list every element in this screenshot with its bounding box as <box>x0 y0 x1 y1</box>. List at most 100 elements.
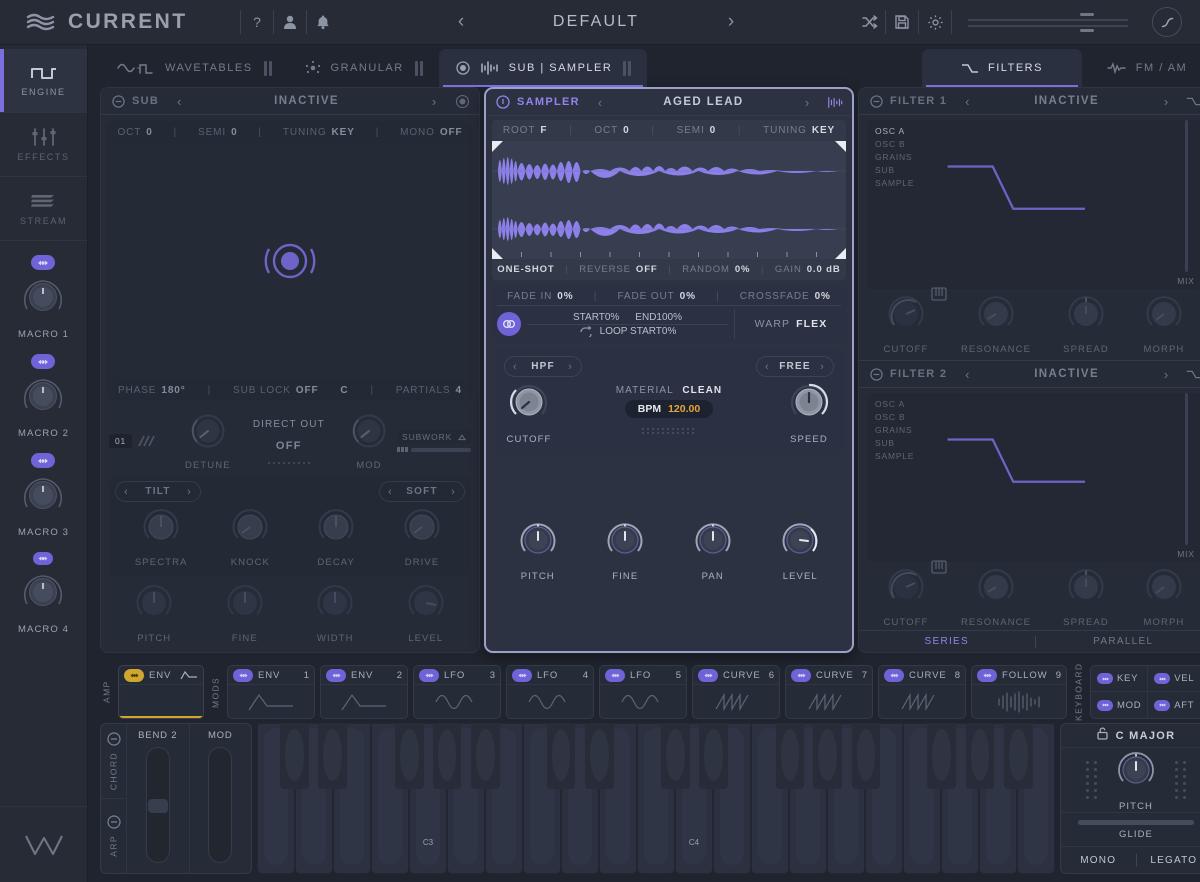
filter-1-shape-icon[interactable] <box>1186 93 1200 109</box>
spectra-knob[interactable] <box>138 506 184 553</box>
filter-2-resonance-knob[interactable] <box>973 566 1019 613</box>
black-key[interactable] <box>395 723 424 789</box>
tab-wavetables[interactable]: WAVETABLES <box>100 49 288 87</box>
kb-source-aft[interactable]: AFT <box>1148 692 1200 718</box>
chevron-right-icon[interactable]: › <box>187 486 192 498</box>
sampler-param-root[interactable]: ROOTF <box>503 125 548 136</box>
mod-card-lfo-3[interactable]: LFO 3 <box>413 665 501 719</box>
mod-card-curve-7[interactable]: CURVE 7 <box>785 665 873 719</box>
black-key[interactable] <box>547 723 576 789</box>
route-osc-b[interactable]: OSC B <box>875 139 923 149</box>
black-key[interactable] <box>927 723 956 789</box>
mod-drag-icon[interactable] <box>791 669 811 682</box>
scale-name[interactable]: C MAJOR <box>1116 730 1176 742</box>
sampler-prev-button[interactable]: ‹ <box>586 95 614 110</box>
mod-drag-icon[interactable] <box>1154 700 1170 711</box>
mod-card-lfo-5[interactable]: LFO 5 <box>599 665 687 719</box>
mod-drag-icon[interactable] <box>31 354 55 369</box>
filter-1-curve-graph[interactable] <box>923 120 1169 289</box>
route-osc-b[interactable]: OSC B <box>875 412 923 422</box>
macro-3-knob[interactable] <box>19 473 67 522</box>
sidebar-item-stream[interactable]: STREAM <box>0 177 87 241</box>
tab-fm-am[interactable]: FM / AM <box>1082 49 1200 87</box>
curve-icon[interactable] <box>1152 7 1182 37</box>
filter-2-keytrack-icon[interactable] <box>931 560 947 579</box>
sampler-waveform-icon[interactable] <box>827 94 843 110</box>
route-sub[interactable]: SUB <box>875 438 923 448</box>
sampler-pan-knob[interactable] <box>689 518 737 567</box>
bend-wheel-handle[interactable] <box>148 799 168 813</box>
shuffle-icon[interactable] <box>853 6 885 38</box>
preset-name[interactable]: DEFAULT <box>481 13 711 31</box>
parallel-option[interactable]: PARALLEL <box>1036 636 1200 647</box>
mod-card-curve-6[interactable]: CURVE 6 <box>692 665 780 719</box>
sub-param-phase[interactable]: PHASE180° <box>118 385 186 396</box>
preset-prev-button[interactable]: ‹ <box>441 7 481 37</box>
decay-knob[interactable] <box>313 506 359 553</box>
help-icon[interactable]: ? <box>241 6 273 38</box>
filter-2-prev-button[interactable]: ‹ <box>953 367 981 382</box>
mod-drag-icon[interactable] <box>1154 673 1170 684</box>
black-key[interactable] <box>280 723 309 789</box>
black-key[interactable] <box>813 723 842 789</box>
sub-power-icon[interactable] <box>110 93 126 109</box>
filter-1-morph-knob[interactable] <box>1141 293 1187 340</box>
sampler-param-reverse[interactable]: REVERSEOFF <box>579 264 657 275</box>
detune-knob[interactable] <box>186 411 230 456</box>
mod-drag-icon[interactable] <box>326 669 346 682</box>
sampler-power-icon[interactable] <box>495 94 511 110</box>
sidebar-item-engine[interactable]: ENGINE <box>0 49 87 113</box>
filter-1-mix-slider[interactable] <box>1185 120 1188 272</box>
mod-drag-icon[interactable] <box>419 669 439 682</box>
sampler-param-oct[interactable]: OCT0 <box>594 125 629 136</box>
mod-drag-icon[interactable] <box>605 669 625 682</box>
material-param[interactable]: MATERIAL CLEAN <box>616 385 723 396</box>
route-sample[interactable]: SAMPLE <box>875 178 923 188</box>
macro-1-knob[interactable] <box>19 275 67 324</box>
sub-param-semi[interactable]: SEMI0 <box>198 127 238 138</box>
black-key[interactable] <box>776 723 805 789</box>
mod-drag-icon[interactable] <box>884 669 904 682</box>
mod-card-lfo-4[interactable]: LFO 4 <box>506 665 594 719</box>
bpm-field[interactable]: BPM 120.00 <box>625 400 713 418</box>
param-start[interactable]: START0% <box>573 312 619 323</box>
chevron-right-icon[interactable]: › <box>568 361 573 373</box>
route-sample[interactable]: SAMPLE <box>875 451 923 461</box>
chevron-right-icon[interactable]: › <box>451 486 456 498</box>
route-osc-a[interactable]: OSC A <box>875 126 923 136</box>
sampler-param-semi[interactable]: SEMI0 <box>677 125 717 136</box>
filter-1-cutoff-knob[interactable] <box>883 293 929 340</box>
series-option[interactable]: SERIES <box>859 636 1035 647</box>
sampler-speed-knob[interactable] <box>784 379 834 430</box>
mod-card-env-1[interactable]: ENV 1 <box>227 665 315 719</box>
black-key[interactable] <box>966 723 995 789</box>
volume-handle-bottom[interactable] <box>1080 29 1094 32</box>
mod-drag-icon[interactable] <box>977 669 997 682</box>
filter-1-resonance-knob[interactable] <box>973 293 1019 340</box>
volume-handle-top[interactable] <box>1080 13 1094 16</box>
filter-1-spread-knob[interactable] <box>1063 293 1109 340</box>
black-key[interactable] <box>661 723 690 789</box>
legato-button[interactable]: LEGATO <box>1137 855 1200 866</box>
tab-sub-sampler[interactable]: SUB | SAMPLER <box>439 49 648 87</box>
warp-param[interactable]: WARP FLEX <box>741 318 841 330</box>
mod-drag-icon[interactable] <box>33 552 53 565</box>
sub-param-mono[interactable]: MONOOFF <box>400 127 462 138</box>
mono-button[interactable]: MONO <box>1061 855 1136 866</box>
waveform-display[interactable] <box>492 141 846 259</box>
sub-param-tuning[interactable]: TUNINGKEY <box>283 127 355 138</box>
master-volume-slider[interactable] <box>968 9 1128 35</box>
sampler-pitch-knob[interactable] <box>514 518 562 567</box>
save-icon[interactable] <box>886 6 918 38</box>
param-end[interactable]: END100% <box>635 312 682 323</box>
sample-name[interactable]: AGED LEAD <box>620 96 787 108</box>
sub-param-sub-lock[interactable]: SUB LOCKOFF <box>233 385 318 396</box>
mod-knob[interactable] <box>347 411 391 456</box>
bell-icon[interactable] <box>307 6 339 38</box>
sub-param-key[interactable]: C <box>340 385 348 396</box>
mod-drag-icon[interactable] <box>233 669 253 682</box>
param-fade-out[interactable]: FADE OUT0% <box>617 291 695 302</box>
filter-2-next-button[interactable]: › <box>1152 367 1180 382</box>
macro-4-knob[interactable] <box>19 570 67 619</box>
macro-2-knob[interactable] <box>19 374 67 423</box>
